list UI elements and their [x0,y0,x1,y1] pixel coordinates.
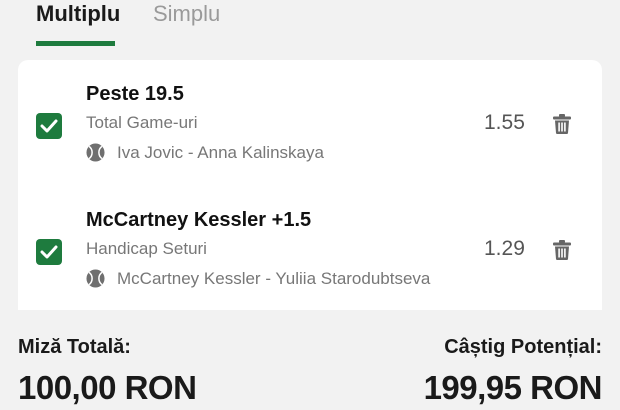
bet-item: McCartney Kessler +1.5 Handicap Seturi M… [18,206,602,316]
tennis-ball-icon [86,269,105,288]
bet-event-name: Iva Jovic - Anna Kalinskaya [117,143,324,162]
bet-selection: Peste 19.5 [86,83,184,105]
checkmark-icon [40,119,58,133]
bet-odds: 1.55 [484,111,525,134]
bet-event-name: McCartney Kessler - Yuliia Starodubtseva [117,269,431,288]
bet-market: Total Game-uri [86,113,198,132]
betslip-card: Peste 19.5 Total Game-uri Iva Jovic - An… [18,60,602,310]
trash-icon [553,240,571,260]
bet-type-tabs: Multiplu Simplu [0,0,620,48]
bet-checkbox[interactable] [36,113,62,139]
trash-icon [553,114,571,134]
tab-multiplu[interactable]: Multiplu [36,0,120,28]
bet-odds: 1.29 [484,237,525,260]
total-stake-value: 100,00 RON [18,369,197,406]
delete-bet-button[interactable] [552,113,572,135]
tennis-ball-icon [86,143,105,162]
potential-win-label: Câștig Potențial: [444,336,602,358]
bet-checkbox[interactable] [36,239,62,265]
active-tab-indicator [36,41,115,46]
bet-market: Handicap Seturi [86,239,207,258]
delete-bet-button[interactable] [552,239,572,261]
tab-simplu[interactable]: Simplu [153,0,220,28]
potential-win-value: 199,95 RON [423,369,603,406]
bet-selection: McCartney Kessler +1.5 [86,209,312,231]
total-stake-label: Miză Totală: [18,336,131,358]
bet-item: Peste 19.5 Total Game-uri Iva Jovic - An… [18,80,602,190]
checkmark-icon [40,245,58,259]
